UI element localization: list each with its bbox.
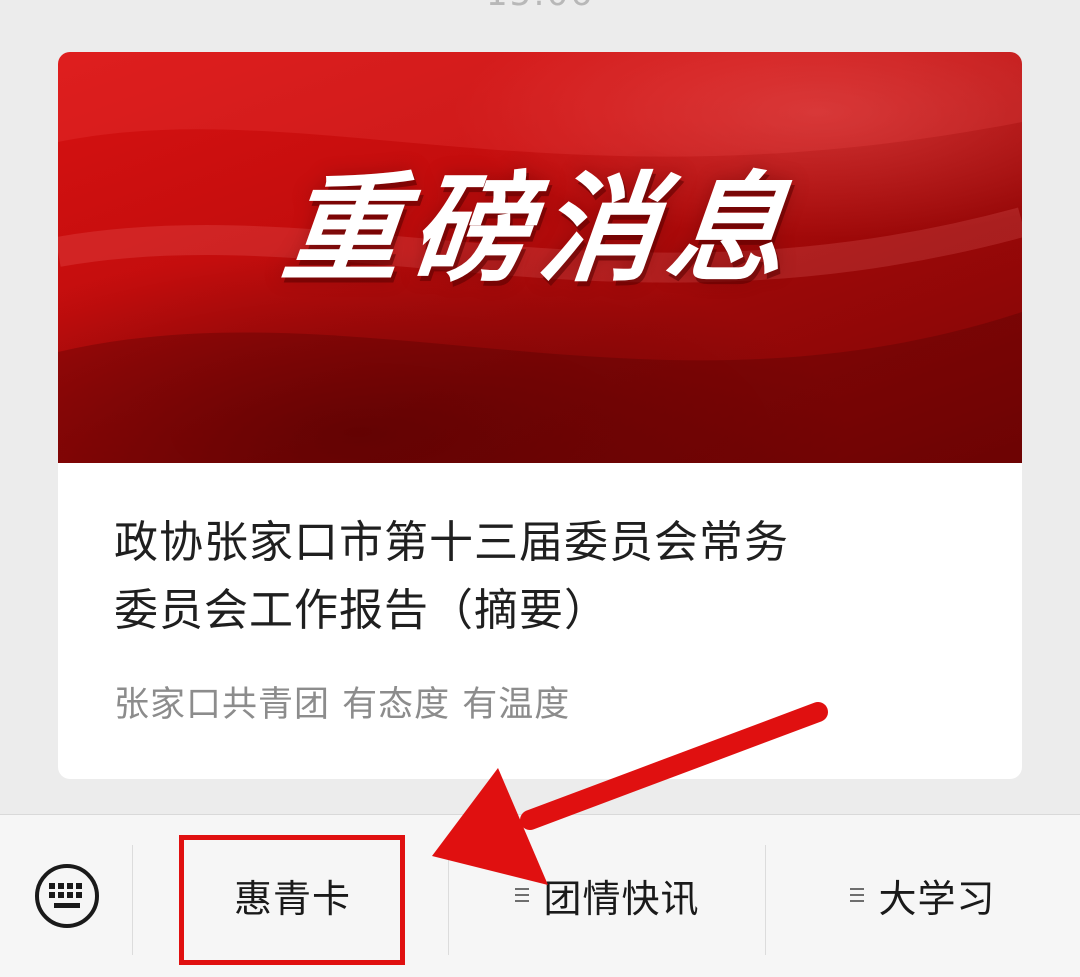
- annotation-arrow: [432, 702, 828, 885]
